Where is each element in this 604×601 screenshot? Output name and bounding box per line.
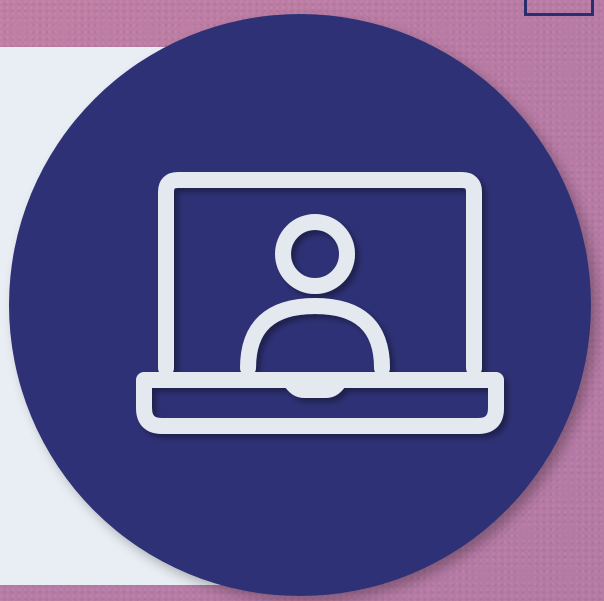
laptop-user-icon (136, 172, 504, 434)
user-head-icon (275, 214, 355, 294)
user-body-icon (240, 298, 390, 376)
laptop-screen-icon (158, 172, 482, 376)
corner-frame-decoration (524, 0, 594, 16)
